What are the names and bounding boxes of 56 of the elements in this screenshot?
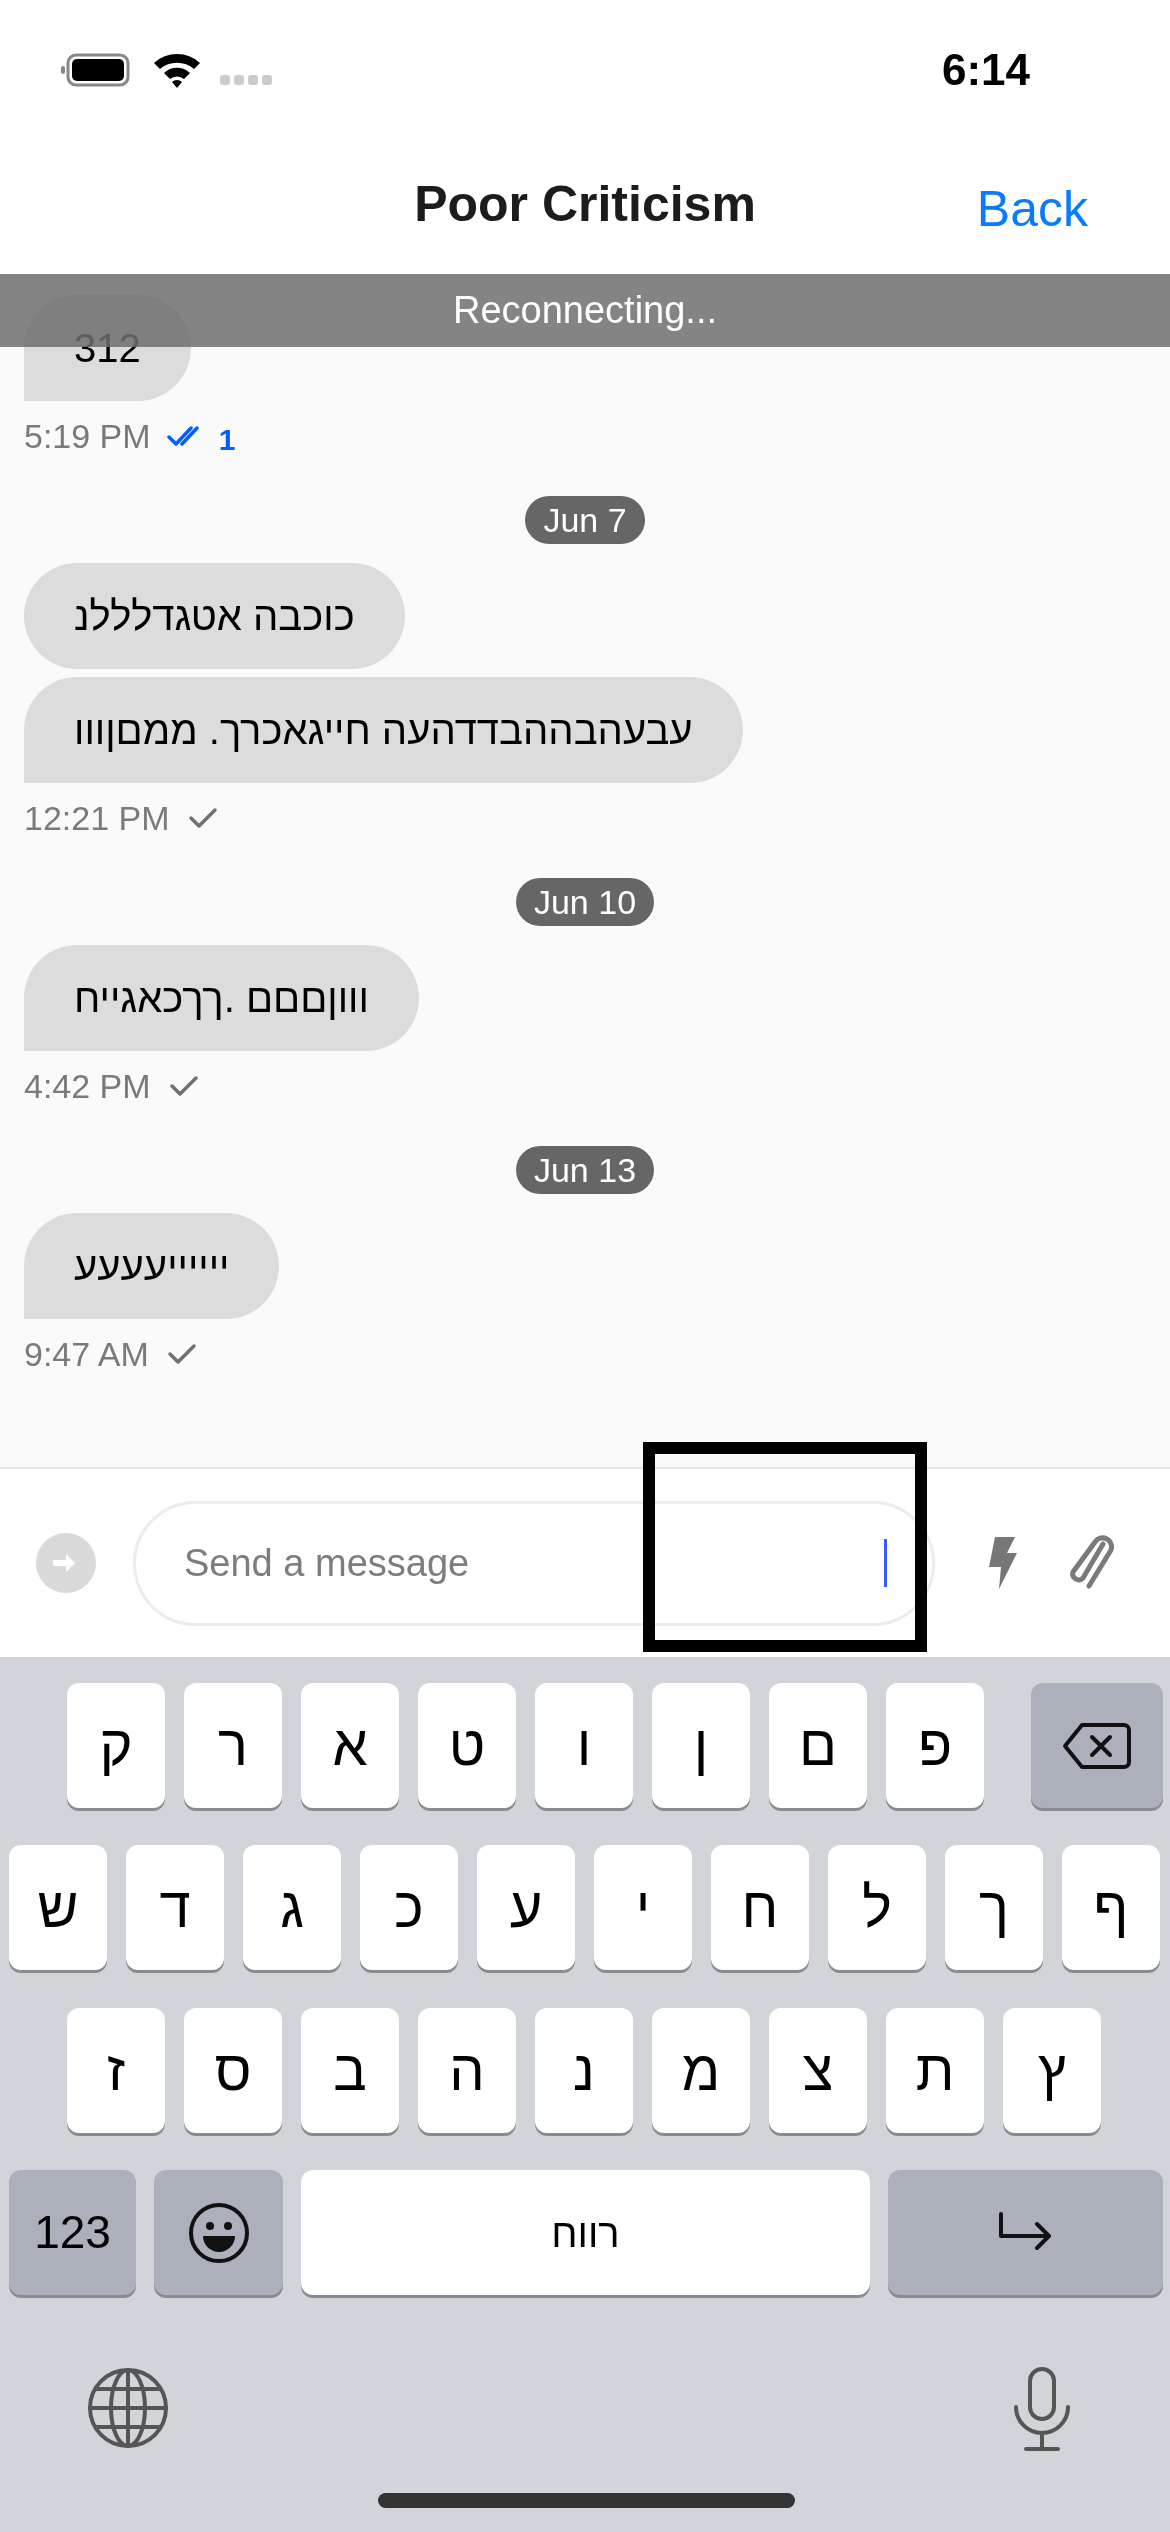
keyboard-key[interactable]: ץ <box>1003 2008 1101 2133</box>
keyboard-key[interactable]: ה <box>418 2008 516 2133</box>
globe-icon[interactable] <box>87 2367 169 2449</box>
keyboard-key[interactable]: כ <box>360 1845 458 1970</box>
keyboard-key[interactable]: ט <box>418 1683 516 1808</box>
keyboard-key[interactable]: ד <box>126 1845 224 1970</box>
keyboard-key[interactable]: ח <box>711 1845 809 1970</box>
date-pill: Jun 7 <box>525 496 645 544</box>
message-input[interactable]: Send a message <box>133 1500 935 1626</box>
keyboard-key[interactable]: צ <box>769 2008 867 2133</box>
keyboard-key[interactable]: י <box>594 1845 692 1970</box>
keyboard-key[interactable]: ק <box>67 1683 165 1808</box>
message-bubble: וווןםםם .ךךכאגייח <box>24 945 419 1051</box>
back-button[interactable]: Back <box>976 172 1088 247</box>
keyboard-key[interactable]: א <box>301 1683 399 1808</box>
message-bubble: כוכבה אטגדלללנ <box>24 563 405 669</box>
keyboard-key[interactable]: מ <box>652 2008 750 2133</box>
keyboard-key[interactable]: ך <box>945 1845 1043 1970</box>
keyboard-key[interactable]: ג <box>243 1845 341 1970</box>
message-time: 5:19 PM <box>24 415 151 457</box>
keyboard-key[interactable]: נ <box>535 2008 633 2133</box>
keyboard-key[interactable]: ב <box>301 2008 399 2133</box>
delete-icon <box>1062 1721 1132 1770</box>
keyboard-key[interactable]: ש <box>9 1845 107 1970</box>
signal-icon <box>220 75 272 85</box>
message-time: 4:42 PM <box>24 1065 151 1107</box>
message-time: 9:47 AM <box>24 1333 149 1375</box>
emoji-key[interactable] <box>154 2170 283 2295</box>
keyboard-key[interactable]: פ <box>886 1683 984 1808</box>
keyboard-key[interactable]: ף <box>1062 1845 1160 1970</box>
keyboard-key[interactable]: ת <box>886 2008 984 2133</box>
message-bubble: ייייייעעעע <box>24 1213 280 1319</box>
message-time: 12:21 PM <box>24 797 170 839</box>
emoji-icon <box>187 2201 250 2264</box>
paperclip-icon[interactable] <box>1069 1534 1115 1592</box>
wifi-icon <box>152 51 202 89</box>
backspace-key[interactable] <box>1031 1683 1163 1808</box>
keyboard-key[interactable]: ז <box>67 2008 165 2133</box>
status-time: 6:14 <box>941 44 1030 96</box>
reconnecting-banner: Reconnecting... <box>0 274 1170 347</box>
keyboard-key[interactable]: ם <box>769 1683 867 1808</box>
chat-title: Poor Criticism <box>414 174 756 234</box>
microphone-icon[interactable] <box>1012 2367 1072 2453</box>
space-key[interactable]: רווח <box>301 2170 870 2295</box>
keyboard-key[interactable]: ן <box>652 1683 750 1808</box>
date-pill: Jun 10 <box>515 878 655 926</box>
keyboard-key[interactable]: ע <box>477 1845 575 1970</box>
message-bubble: עבעהבההבדדהעה חייגאכרך. ממםןווו <box>24 677 743 783</box>
keyboard-key[interactable]: ס <box>184 2008 282 2133</box>
read-count: 1 <box>218 421 236 458</box>
battery-icon <box>60 52 132 88</box>
date-pill: Jun 13 <box>515 1146 655 1194</box>
numbers-key[interactable]: 123 <box>9 2170 136 2295</box>
keyboard-key[interactable]: ו <box>535 1683 633 1808</box>
keyboard-key[interactable]: ר <box>184 1683 282 1808</box>
keyboard-key[interactable]: ל <box>828 1845 926 1970</box>
